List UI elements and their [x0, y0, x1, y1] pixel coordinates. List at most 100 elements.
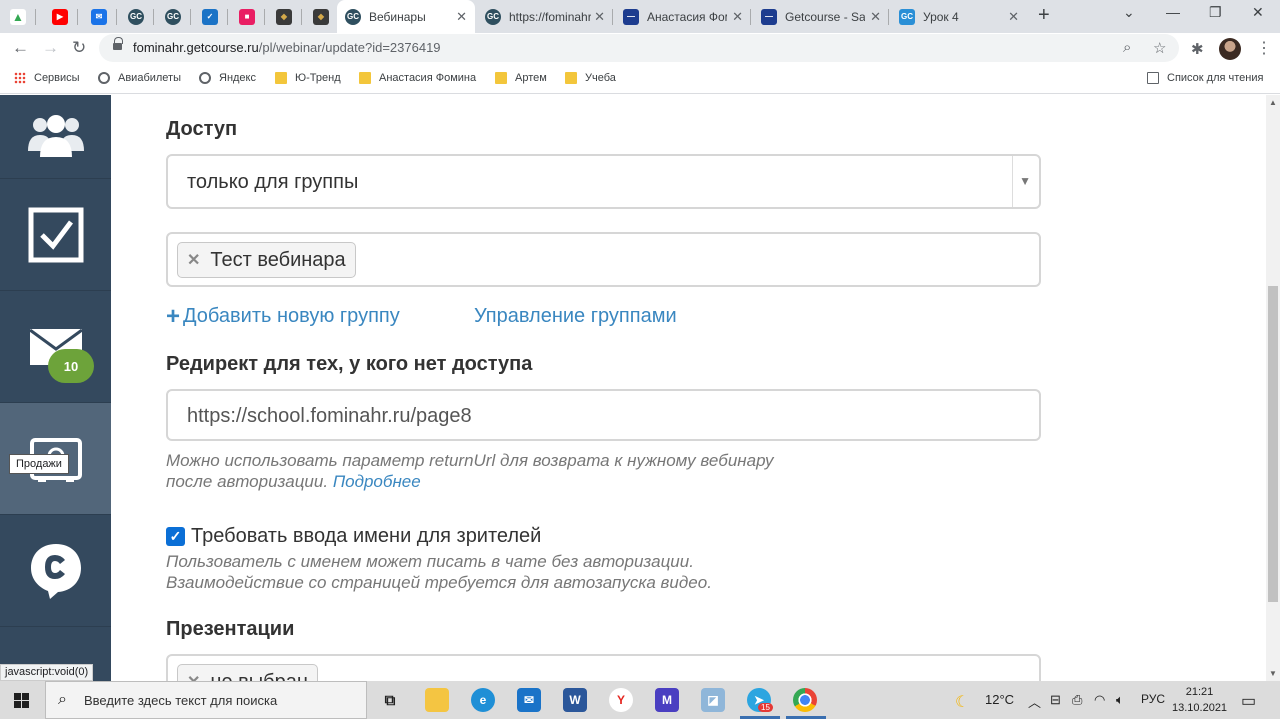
sidebar-item-messages[interactable]: 10: [0, 291, 111, 403]
tab-mail[interactable]: ✉: [81, 0, 117, 33]
tab-webinars[interactable]: GC Вебинары ✕: [337, 0, 475, 33]
tab-dark-2[interactable]: ◆: [303, 0, 339, 33]
close-tab-icon[interactable]: ✕: [594, 9, 605, 25]
profile-avatar[interactable]: [1219, 38, 1241, 60]
require-name-row[interactable]: ✓ Требовать ввода имени для зрителей: [166, 525, 541, 548]
close-tab-icon[interactable]: ✕: [732, 9, 743, 25]
bookmark-label: Ю-Тренд: [295, 72, 341, 84]
new-tab-icon[interactable]: +: [1038, 4, 1050, 27]
remove-tag-icon[interactable]: ✕: [187, 672, 200, 681]
close-tab-icon[interactable]: ✕: [456, 9, 467, 25]
task-view-icon[interactable]: ⧉: [378, 688, 402, 712]
menu-icon[interactable]: ⋮: [1256, 38, 1272, 58]
app-icon[interactable]: ◪: [701, 688, 725, 712]
page-scrollbar[interactable]: ▲ ▼: [1266, 95, 1280, 681]
bookmark-label: Яндекс: [219, 72, 256, 84]
more-info-link[interactable]: Подробнее: [333, 472, 421, 491]
close-window-icon[interactable]: ✕: [1252, 4, 1264, 21]
require-name-checkbox[interactable]: ✓: [166, 527, 185, 546]
notification-icon[interactable]: ▭: [1241, 691, 1256, 711]
weather-icon[interactable]: ☾: [955, 692, 969, 712]
close-tab-icon[interactable]: ✕: [1008, 9, 1019, 25]
weather-temp[interactable]: 12°C: [985, 692, 1014, 707]
mail-app-icon[interactable]: ✉: [517, 688, 541, 712]
bookmark-anastasia[interactable]: Анастасия Фомина: [359, 72, 476, 84]
bookmark-label: Авиабилеты: [118, 72, 182, 84]
tab-gc-1[interactable]: GC: [118, 0, 154, 33]
address-bar[interactable]: fominahr.getcourse.ru/pl/webinar/update?…: [99, 34, 1179, 62]
device-icon[interactable]: ⎙: [1072, 692, 1082, 708]
scroll-down-icon[interactable]: ▼: [1269, 669, 1277, 678]
close-tab-icon[interactable]: ✕: [870, 9, 881, 25]
bookmark-utrend[interactable]: Ю-Тренд: [275, 72, 341, 84]
bookmark-star-icon[interactable]: ☆: [1153, 39, 1166, 57]
add-group-link[interactable]: + Добавить новую группу: [166, 303, 400, 331]
back-icon[interactable]: ←: [12, 38, 29, 58]
edge-icon[interactable]: e: [471, 688, 495, 712]
tab-dark-1[interactable]: ◆: [266, 0, 302, 33]
forward-icon[interactable]: →: [42, 38, 59, 58]
groups-multiselect[interactable]: ✕ Тест вебинара: [166, 232, 1041, 287]
require-name-hint: Пользователь с именем может писать в чат…: [166, 551, 712, 593]
tab-title: Вебинары: [369, 9, 426, 24]
clock-date: 13.10.2021: [1172, 702, 1228, 714]
restore-icon[interactable]: ❐: [1209, 4, 1222, 21]
scroll-up-icon[interactable]: ▲: [1269, 98, 1277, 107]
chrome-icon[interactable]: [793, 688, 817, 712]
checkbox-icon: [28, 207, 83, 262]
bookmark-study[interactable]: Учеба: [565, 72, 616, 84]
unread-badge: 10: [48, 349, 94, 383]
manage-groups-link[interactable]: Управление группами: [474, 305, 677, 328]
reading-list[interactable]: Список для чтения: [1147, 72, 1263, 84]
sidebar-item-tasks[interactable]: [0, 179, 111, 291]
app-icon: ◆: [276, 8, 292, 25]
minimize-icon[interactable]: —: [1166, 4, 1180, 20]
bookmark-artem[interactable]: Артем: [495, 72, 547, 84]
tab-search-chevron-icon[interactable]: ⌄: [1123, 4, 1135, 21]
check-icon: ✓: [202, 8, 218, 25]
scrollbar-thumb[interactable]: [1268, 286, 1278, 602]
redirect-url-input[interactable]: https://school.fominahr.ru/page8: [166, 389, 1041, 441]
lock-icon[interactable]: [113, 37, 123, 52]
volume-icon[interactable]: 🔈︎: [1116, 692, 1124, 708]
file-explorer-icon[interactable]: [425, 688, 449, 712]
reload-icon[interactable]: ↻: [72, 38, 86, 58]
folder-icon: [495, 72, 507, 84]
tab-getcourse-sale[interactable]: — Getcourse - Sale ✕: [753, 0, 889, 33]
windows-start-icon[interactable]: [14, 693, 29, 708]
add-group-label: Добавить новую группу: [183, 305, 400, 327]
yandex-browser-icon[interactable]: Y: [609, 688, 633, 712]
tab-check[interactable]: ✓: [192, 0, 228, 33]
tab-fominahr[interactable]: GC https://fominahr ✕: [477, 0, 613, 33]
network-icon[interactable]: ⊟: [1050, 692, 1061, 708]
bookmark-avia[interactable]: Авиабилеты: [98, 72, 181, 84]
word-icon[interactable]: W: [563, 688, 587, 712]
dropdown-arrow-icon[interactable]: ▼: [1019, 174, 1031, 188]
tab-gc-2[interactable]: GC: [155, 0, 191, 33]
bookmark-yandex[interactable]: Яндекс: [199, 72, 256, 84]
extensions-icon[interactable]: ✱: [1191, 40, 1204, 58]
wifi-icon[interactable]: ◠: [1094, 692, 1105, 708]
sidebar-item-users[interactable]: [0, 95, 111, 179]
tab-strip: ▲ ▶ ✉ GC GC ✓ ■ ◆ ◆ GC Вебинары ✕ GC htt…: [0, 0, 1280, 33]
tray-chevron-icon[interactable]: ︿: [1028, 692, 1041, 711]
tab-lesson-4[interactable]: GC Урок 4 ✕: [891, 0, 1027, 33]
remove-tag-icon[interactable]: ✕: [187, 250, 200, 270]
taskbar-clock[interactable]: 21:21 13.10.2021: [1172, 684, 1227, 716]
tab-anastasia[interactable]: — Анастасия Фомина ✕: [615, 0, 751, 33]
select-divider: [1012, 156, 1013, 207]
bookmark-services[interactable]: Сервисы: [14, 72, 80, 84]
reading-list-icon: [1147, 72, 1159, 84]
taskbar-search[interactable]: ⌕ Введите здесь текст для поиска: [45, 681, 367, 719]
presentations-label: Презентации: [166, 618, 295, 640]
tab-pink[interactable]: ■: [229, 0, 265, 33]
zoom-icon[interactable]: ⌕: [1123, 39, 1131, 56]
presentations-select[interactable]: ✕ не выбран: [166, 654, 1041, 681]
app-icon[interactable]: M: [655, 688, 679, 712]
tab-youtube[interactable]: ▶: [42, 0, 78, 33]
access-select[interactable]: только для группы ▼: [166, 154, 1041, 209]
apps-grid-icon: [14, 72, 26, 84]
language-indicator[interactable]: РУС: [1141, 692, 1165, 706]
sidebar-item-chat[interactable]: [0, 515, 111, 627]
tab-google-drive[interactable]: ▲: [0, 0, 36, 33]
